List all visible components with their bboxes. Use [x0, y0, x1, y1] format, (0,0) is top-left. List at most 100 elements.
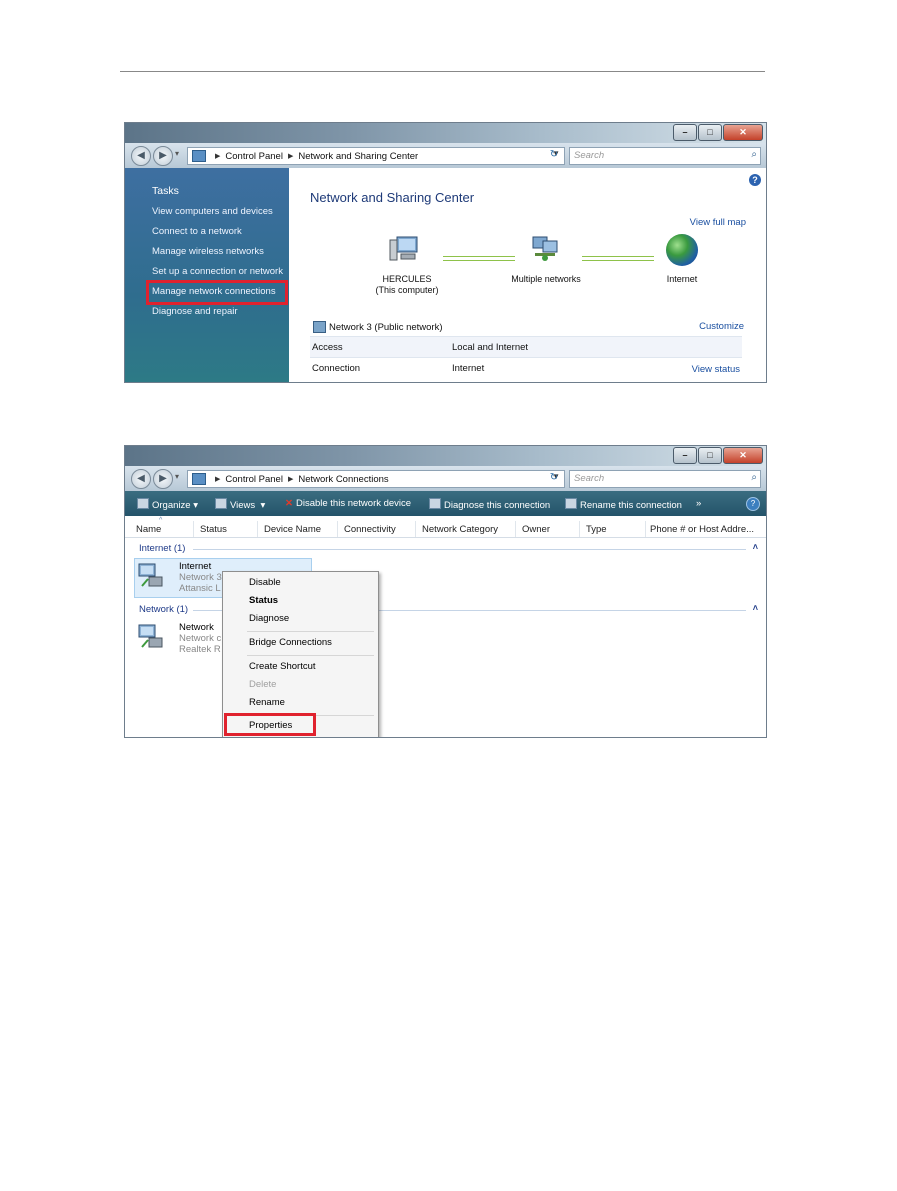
- diagnose-label: Diagnose this connection: [444, 500, 551, 511]
- detail-label: Connection: [312, 363, 361, 374]
- detail-row-access: Access Local and Internet: [310, 336, 742, 357]
- customize-link[interactable]: Customize: [699, 321, 744, 332]
- minimize-icon[interactable]: –: [673, 447, 697, 464]
- disable-device-button[interactable]: ✕ Disable this network device: [285, 498, 411, 509]
- column-divider[interactable]: [579, 521, 580, 537]
- menu-item-diagnose[interactable]: Diagnose: [249, 613, 289, 624]
- menu-item-bridge-connections[interactable]: Bridge Connections: [249, 637, 332, 648]
- breadcrumb-control-panel[interactable]: Control Panel: [225, 151, 283, 162]
- views-button[interactable]: Views ▾: [215, 498, 265, 511]
- menu-item-create-shortcut[interactable]: Create Shortcut: [249, 661, 316, 672]
- page-header-rule: [120, 71, 765, 72]
- connection-item-network[interactable]: Network Network c Realtek R: [179, 622, 221, 655]
- highlight-box: [146, 280, 288, 305]
- menu-item-disable[interactable]: Disable: [249, 577, 281, 588]
- maximize-icon[interactable]: □: [698, 447, 722, 464]
- column-device-name[interactable]: Device Name: [264, 524, 321, 535]
- column-divider[interactable]: [257, 521, 258, 537]
- column-header: ^ Name Status Device Name Connectivity N…: [125, 517, 766, 538]
- network-adapter-icon: [138, 624, 163, 648]
- column-divider[interactable]: [337, 521, 338, 537]
- multiple-networks-label: Multiple networks: [511, 274, 581, 284]
- sidebar-item-manage-wireless[interactable]: Manage wireless networks: [152, 246, 264, 257]
- organize-button[interactable]: Organize ▾: [137, 498, 198, 511]
- address-field[interactable]: ▶ Control Panel ▶ Network and Sharing Ce…: [187, 147, 565, 165]
- sidebar-item-diagnose-repair[interactable]: Diagnose and repair: [152, 306, 238, 317]
- connection-item-internet[interactable]: Internet Network 3 Attansic L: [179, 561, 222, 594]
- column-phone-host[interactable]: Phone # or Host Addre...: [650, 524, 754, 535]
- group-header-network[interactable]: Network (1): [139, 604, 188, 615]
- search-input[interactable]: Search ⌕: [569, 470, 761, 488]
- sidebar-item-view-computers[interactable]: View computers and devices: [152, 206, 273, 217]
- column-network-category[interactable]: Network Category: [422, 524, 498, 535]
- collapse-group-icon[interactable]: ˄: [753, 542, 758, 552]
- breadcrumb-network-connections[interactable]: Network Connections: [298, 474, 388, 485]
- search-placeholder: Search: [574, 473, 605, 484]
- column-type[interactable]: Type: [586, 524, 607, 535]
- more-commands-button[interactable]: »: [696, 498, 701, 509]
- forward-icon[interactable]: ▶: [153, 146, 173, 166]
- menu-item-rename[interactable]: Rename: [249, 697, 285, 708]
- connection-name: Internet: [179, 561, 212, 572]
- back-icon[interactable]: ◀: [131, 146, 151, 166]
- breadcrumb-arrow-icon[interactable]: ▶: [215, 475, 220, 483]
- connection-name: Network: [179, 622, 214, 633]
- detail-value: Local and Internet: [452, 342, 529, 353]
- view-status-link[interactable]: View status: [692, 364, 740, 375]
- sidebar-item-setup-connection[interactable]: Set up a connection or network: [152, 266, 283, 277]
- forward-icon[interactable]: ▶: [153, 469, 173, 489]
- detail-label: Access: [312, 342, 343, 353]
- breadcrumb-arrow-icon[interactable]: ▶: [288, 152, 293, 160]
- title-bar[interactable]: – □ ✕: [125, 446, 766, 466]
- column-name[interactable]: Name: [136, 524, 161, 535]
- breadcrumb-network-sharing-center[interactable]: Network and Sharing Center: [298, 151, 418, 162]
- column-divider[interactable]: [515, 521, 516, 537]
- group-header-internet[interactable]: Internet (1): [139, 543, 185, 554]
- internet-globe-icon: [666, 234, 698, 266]
- search-icon[interactable]: ⌕: [751, 149, 757, 160]
- rename-connection-button[interactable]: Rename this connection: [565, 498, 682, 511]
- diagnose-connection-button[interactable]: Diagnose this connection: [429, 498, 550, 511]
- refresh-icon[interactable]: ↻: [545, 147, 563, 163]
- rename-icon: [565, 498, 577, 509]
- help-icon[interactable]: ?: [746, 497, 760, 511]
- recent-pages-icon[interactable]: ▾: [175, 149, 179, 158]
- detail-value: Internet: [452, 363, 485, 374]
- address-bar: ◀ ▶ ▾ ▶ Control Panel ▶ Network Connecti…: [125, 466, 766, 491]
- close-icon[interactable]: ✕: [723, 124, 763, 141]
- help-icon[interactable]: ?: [749, 174, 761, 186]
- breadcrumb-arrow-icon[interactable]: ▶: [215, 152, 220, 160]
- column-divider[interactable]: [193, 521, 194, 537]
- menu-separator: [247, 655, 374, 656]
- minimize-icon[interactable]: –: [673, 124, 697, 141]
- internet-label: Internet: [666, 274, 698, 284]
- column-divider[interactable]: [645, 521, 646, 537]
- rename-label: Rename this connection: [580, 500, 682, 511]
- disable-x-icon: ✕: [285, 498, 293, 509]
- search-placeholder: Search: [574, 150, 605, 161]
- menu-item-status[interactable]: Status: [249, 595, 278, 606]
- column-owner[interactable]: Owner: [522, 524, 550, 535]
- network-sharing-center-window: – □ ✕ ◀ ▶ ▾ ▶ Control Panel ▶ Network an…: [124, 122, 767, 383]
- column-status[interactable]: Status: [200, 524, 227, 535]
- menu-separator: [247, 631, 374, 632]
- view-full-map-link[interactable]: View full map: [690, 217, 746, 228]
- search-icon[interactable]: ⌕: [751, 472, 757, 483]
- breadcrumb-control-panel[interactable]: Control Panel: [225, 474, 283, 485]
- column-divider[interactable]: [415, 521, 416, 537]
- breadcrumb-arrow-icon[interactable]: ▶: [288, 475, 293, 483]
- column-connectivity[interactable]: Connectivity: [344, 524, 396, 535]
- refresh-icon[interactable]: ↻: [545, 470, 563, 486]
- recent-pages-icon[interactable]: ▾: [175, 472, 179, 481]
- collapse-group-icon[interactable]: ˄: [753, 603, 758, 613]
- multiple-networks-icon: [532, 236, 558, 261]
- maximize-icon[interactable]: □: [698, 124, 722, 141]
- address-field[interactable]: ▶ Control Panel ▶ Network Connections ▼: [187, 470, 565, 488]
- close-icon[interactable]: ✕: [723, 447, 763, 464]
- disable-label: Disable this network device: [295, 498, 412, 509]
- back-icon[interactable]: ◀: [131, 469, 151, 489]
- sidebar-item-connect-network[interactable]: Connect to a network: [152, 226, 242, 237]
- title-bar[interactable]: – □ ✕: [125, 123, 766, 143]
- search-input[interactable]: Search ⌕: [569, 147, 761, 165]
- page-title: Network and Sharing Center: [310, 190, 475, 205]
